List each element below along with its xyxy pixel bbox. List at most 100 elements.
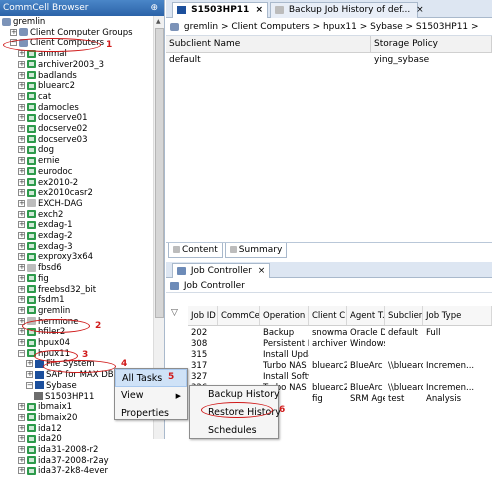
menu-item-restore-history[interactable]: Restore History — [190, 404, 281, 422]
column-header-agent-type[interactable]: Agent T... — [347, 306, 385, 325]
column-header-subclient[interactable]: Subclient — [385, 306, 423, 325]
table-row[interactable]: default ying_sybase — [166, 53, 492, 67]
tree-node[interactable]: + ex2010casr2 — [18, 188, 93, 199]
scrollbar-thumb[interactable] — [155, 28, 164, 318]
expand-icon[interactable]: + — [18, 403, 25, 411]
tree-node[interactable]: + exdag-2 — [18, 231, 73, 242]
collapse-icon[interactable]: − — [26, 381, 33, 389]
tree-node[interactable]: + ernie — [18, 156, 60, 167]
expand-icon[interactable]: + — [18, 339, 25, 346]
menu-item-backup-history[interactable]: Backup History — [190, 386, 280, 404]
expand-icon[interactable]: + — [18, 199, 25, 207]
tab-backup-job-history[interactable]: Backup Job History of def... × — [270, 2, 424, 18]
expand-icon[interactable]: + — [18, 50, 25, 58]
tree-node[interactable]: + fbsd6 — [18, 263, 62, 274]
expand-icon[interactable]: + — [18, 232, 25, 239]
expand-icon[interactable]: + — [18, 210, 25, 218]
tree-node[interactable]: + exdag-3 — [18, 242, 73, 253]
expand-icon[interactable]: + — [18, 103, 25, 111]
expand-icon[interactable]: + — [18, 306, 25, 314]
expand-icon[interactable]: + — [18, 424, 25, 432]
table-row[interactable]: 202 Backup snowmanOracle D...default Full — [188, 328, 492, 339]
expand-icon[interactable]: + — [18, 71, 25, 79]
tree-node[interactable]: + animal — [18, 49, 67, 60]
expand-icon[interactable]: + — [18, 92, 25, 100]
expand-icon[interactable]: + — [18, 157, 25, 165]
tree-node[interactable]: + exproxy3x64 — [18, 252, 93, 263]
tree-node[interactable]: + ida37-2008-r2ay — [18, 456, 109, 467]
scroll-up-arrow-icon[interactable]: ▲ — [156, 18, 161, 25]
tree-node[interactable]: + exch2 — [18, 210, 63, 221]
expand-icon[interactable]: + — [10, 28, 17, 36]
tree-node[interactable]: + hermione — [18, 317, 78, 328]
tree-node[interactable]: S1503HP11 — [34, 392, 94, 403]
menu-item-properties[interactable]: Properties — [115, 405, 187, 423]
tree-node[interactable]: + docserve03 — [18, 135, 88, 146]
expand-icon[interactable]: + — [18, 456, 25, 464]
tree-node[interactable]: + cat — [18, 92, 51, 103]
expand-icon[interactable]: + — [18, 296, 25, 304]
tree-node[interactable]: + hpux04 — [18, 338, 70, 349]
column-header-operation[interactable]: Operation — [260, 306, 309, 325]
expand-icon[interactable]: + — [18, 221, 25, 229]
expand-icon[interactable]: + — [18, 328, 25, 336]
expand-icon[interactable]: + — [26, 360, 33, 368]
expand-icon[interactable]: + — [18, 114, 25, 122]
tree-node[interactable]: + ibmaix1 — [18, 402, 72, 413]
tree-node[interactable]: + fsdm1 — [18, 295, 65, 306]
expand-icon[interactable]: + — [18, 135, 25, 143]
expand-icon[interactable]: + — [18, 82, 25, 90]
tree-node[interactable]: + dog — [18, 145, 54, 156]
tree-node[interactable]: + eurodoc — [18, 167, 72, 178]
tree-node[interactable]: + damocles — [18, 103, 79, 114]
expand-icon[interactable]: + — [18, 467, 25, 475]
expand-icon[interactable]: + — [18, 413, 25, 421]
tree-node[interactable]: − Sybase — [26, 381, 77, 392]
tree-node[interactable]: + freebsd32_bit — [18, 285, 96, 296]
expand-icon[interactable]: + — [18, 60, 25, 68]
tree-node[interactable]: + bluearc2 — [18, 81, 75, 92]
tree-node[interactable]: + SAP for MAX DB — [26, 370, 114, 381]
tree-node[interactable]: + Client Computer Groups — [10, 28, 133, 39]
tree-node[interactable]: − hpux11 — [18, 349, 70, 360]
tree-node[interactable]: − Client Computers — [10, 38, 104, 49]
expand-icon[interactable]: + — [18, 167, 25, 175]
tab-close-icon[interactable]: × — [416, 5, 424, 15]
expand-icon[interactable]: + — [18, 242, 25, 250]
filter-icon[interactable]: ▽ — [171, 308, 178, 318]
tree-node[interactable]: + ex2010-2 — [18, 178, 78, 189]
tree-node[interactable]: + File System — [26, 359, 95, 370]
tree-node[interactable]: + archiver2003_3 — [18, 60, 104, 71]
column-header-job-id[interactable]: Job ID — [188, 306, 218, 325]
column-header-client-computer[interactable]: Client C... — [309, 306, 347, 325]
tree-node[interactable]: + ida20 — [18, 434, 62, 445]
expand-icon[interactable]: + — [18, 253, 25, 261]
tree-node[interactable]: + ida12 — [18, 424, 62, 435]
breadcrumb-text[interactable]: gremlin > Client Computers > hpux11 > Sy… — [184, 22, 479, 32]
expand-icon[interactable]: + — [18, 189, 25, 197]
menu-item-view[interactable]: View ▶ — [115, 387, 187, 405]
expand-icon[interactable]: + — [18, 446, 25, 453]
tree-node[interactable]: + hfiler2 — [18, 327, 65, 338]
menu-item-schedules[interactable]: Schedules — [190, 422, 278, 440]
tree-node[interactable]: + gremlin — [18, 306, 70, 317]
expand-icon[interactable]: + — [18, 264, 25, 272]
table-row[interactable]: 315 Install Updates — [188, 350, 492, 361]
tab-job-controller[interactable]: Job Controller × — [172, 263, 271, 278]
pin-icon[interactable]: ⊕ — [150, 3, 158, 13]
tree-node[interactable]: + fig — [18, 274, 49, 285]
tree-node[interactable]: + exdag-1 — [18, 220, 73, 231]
expand-icon[interactable]: + — [18, 146, 25, 154]
collapse-icon[interactable]: − — [10, 39, 17, 47]
column-header-subclient-name[interactable]: Subclient Name — [166, 36, 371, 52]
collapse-icon[interactable]: − — [18, 349, 25, 357]
expand-icon[interactable]: + — [18, 274, 25, 282]
expand-icon[interactable]: + — [18, 285, 25, 293]
column-header-commcell[interactable]: CommCell — [218, 306, 260, 325]
tree-node[interactable]: + ibmaix20 — [18, 413, 77, 424]
tree-node[interactable]: + badlands — [18, 71, 77, 82]
tab-summary[interactable]: Summary — [224, 243, 288, 258]
tree-node[interactable]: + EXCH-DAG — [18, 199, 83, 210]
menu-item-all-tasks[interactable]: All Tasks — [115, 369, 187, 387]
tab-content[interactable]: Content — [168, 243, 223, 258]
